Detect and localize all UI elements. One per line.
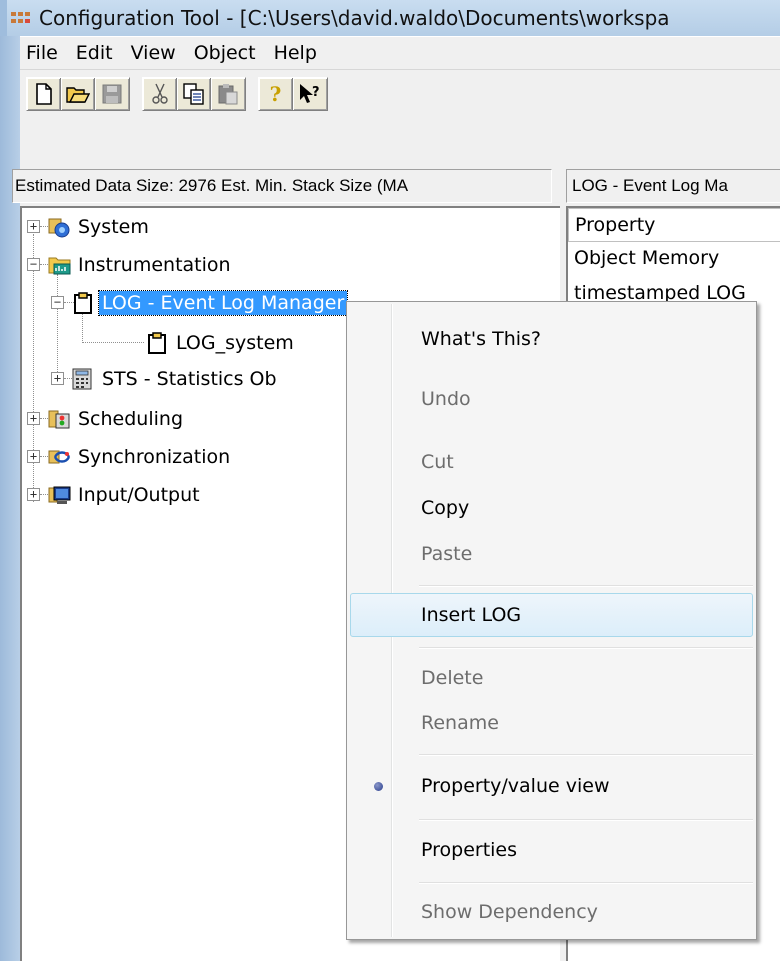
app-icon xyxy=(9,8,33,28)
copy-icon[interactable] xyxy=(177,78,211,110)
toolbar-file-group xyxy=(26,77,130,111)
toolbar-edit-group xyxy=(142,77,246,111)
menu-delete[interactable]: Delete xyxy=(350,656,753,700)
menu-show-dependency[interactable]: Show Dependency xyxy=(350,890,753,934)
menu-item-label: What's This? xyxy=(421,328,541,350)
clipboard-icon xyxy=(72,292,94,314)
radio-bullet-icon xyxy=(374,781,383,791)
tree-label: STS - Statistics Ob xyxy=(102,368,277,390)
menu-item-label: Properties xyxy=(421,839,518,861)
collapse-instrumentation[interactable]: − xyxy=(27,258,40,271)
property-column-header[interactable]: Property xyxy=(568,208,780,242)
menu-cut[interactable]: Cut xyxy=(350,440,753,484)
tree-item-log-manager[interactable]: LOG - Event Log Manager xyxy=(72,287,349,319)
status-right-text: LOG - Event Log Ma xyxy=(572,176,728,195)
instrumentation-icon xyxy=(48,254,71,276)
tree-item-system[interactable]: System xyxy=(48,211,152,243)
menu-item-label: Paste xyxy=(421,543,473,565)
menu-rename[interactable]: Rename xyxy=(350,701,753,745)
monitor-icon xyxy=(48,484,71,506)
system-icon xyxy=(48,216,70,238)
menu-insert-log[interactable]: Insert LOG xyxy=(350,593,753,637)
menu-view[interactable]: View xyxy=(125,42,188,64)
context-menu: What's This? Undo Cut Copy Paste Insert … xyxy=(346,301,757,940)
menu-edit[interactable]: Edit xyxy=(70,42,125,64)
menu-separator xyxy=(419,819,753,821)
menu-properties[interactable]: Properties xyxy=(350,828,753,872)
open-icon[interactable] xyxy=(61,78,95,110)
save-icon[interactable] xyxy=(95,78,129,110)
collapse-log[interactable]: − xyxy=(51,296,64,309)
menu-undo[interactable]: Undo xyxy=(350,377,753,421)
tree-item-input-output[interactable]: Input/Output xyxy=(48,479,203,511)
expand-scheduling[interactable]: + xyxy=(27,412,40,425)
tree-item-log-system[interactable]: LOG_system xyxy=(146,327,297,359)
clipboard-icon xyxy=(146,332,168,354)
tree-label: LOG_system xyxy=(176,332,294,354)
svg-text:?: ? xyxy=(312,85,320,100)
tree-item-scheduling[interactable]: Scheduling xyxy=(48,403,186,435)
tree-label: Scheduling xyxy=(78,408,184,430)
tree-item-instrumentation[interactable]: Instrumentation xyxy=(48,249,234,281)
menu-item-label: Show Dependency xyxy=(421,901,598,923)
new-icon[interactable] xyxy=(27,78,61,110)
window-title: Configuration Tool - [C:\Users\david.wal… xyxy=(39,6,670,30)
whats-this-icon[interactable]: ? xyxy=(293,78,327,110)
tree-item-sts[interactable]: STS - Statistics Ob xyxy=(72,363,280,395)
help-icon[interactable]: ? xyxy=(259,78,293,110)
menu-file[interactable]: File xyxy=(20,42,70,64)
menu-property-value-view[interactable]: Property/value view xyxy=(350,764,753,808)
tree-label: Instrumentation xyxy=(78,254,231,276)
menu-bar: File Edit View Object Help xyxy=(20,36,780,70)
menu-whats-this[interactable]: What's This? xyxy=(350,317,753,361)
expand-system[interactable]: + xyxy=(27,220,40,233)
menu-separator xyxy=(419,585,753,587)
menu-item-label: Delete xyxy=(421,667,484,689)
title-bar[interactable]: Configuration Tool - [C:\Users\david.wal… xyxy=(0,0,780,36)
menu-separator xyxy=(419,754,753,756)
menu-separator xyxy=(419,647,753,649)
tree-item-synchronization[interactable]: Synchronization xyxy=(48,441,233,473)
tree-label: System xyxy=(78,216,149,238)
menu-paste[interactable]: Paste xyxy=(350,532,753,576)
synchronization-icon xyxy=(48,446,71,468)
cut-icon[interactable] xyxy=(143,78,177,110)
tree-label-selected: LOG - Event Log Manager xyxy=(97,290,349,316)
menu-item-label: Cut xyxy=(421,451,454,473)
menu-item-label: Insert LOG xyxy=(421,604,522,626)
paste-icon[interactable] xyxy=(211,78,245,110)
expand-input-output[interactable]: + xyxy=(27,488,40,501)
menu-copy[interactable]: Copy xyxy=(350,486,753,530)
menu-item-label: Property/value view xyxy=(421,775,610,797)
property-header-label: Property xyxy=(575,214,656,236)
menu-help[interactable]: Help xyxy=(268,42,329,64)
expand-sts[interactable]: + xyxy=(51,372,64,385)
calculator-icon xyxy=(72,368,94,390)
status-left-text: Estimated Data Size: 2976 Est. Min. Stac… xyxy=(15,176,409,195)
menu-item-label: Copy xyxy=(421,497,470,519)
menu-object[interactable]: Object xyxy=(188,42,268,64)
tree-label: Input/Output xyxy=(78,484,200,506)
menu-item-label: Undo xyxy=(421,388,471,410)
toolbar-help-group: ? ? xyxy=(258,77,328,111)
menu-separator xyxy=(419,882,753,884)
property-row[interactable]: Object Memory xyxy=(574,247,719,269)
menu-item-label: Rename xyxy=(421,712,499,734)
tree-label: Synchronization xyxy=(78,446,231,468)
object-title-status: LOG - Event Log Ma xyxy=(566,169,780,203)
estimated-size-status: Estimated Data Size: 2976 Est. Min. Stac… xyxy=(12,169,552,203)
expand-synchronization[interactable]: + xyxy=(27,450,40,463)
scheduling-icon xyxy=(48,408,70,430)
toolbar: ? ? xyxy=(26,77,340,111)
